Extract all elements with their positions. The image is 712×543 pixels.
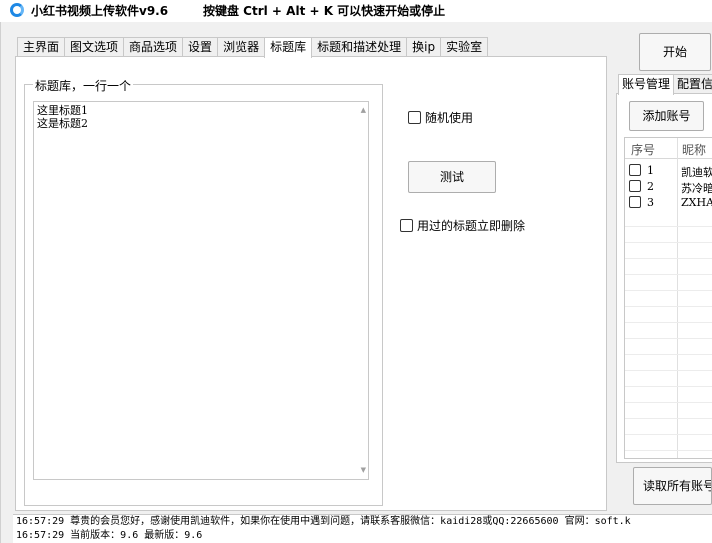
title-line: 这是标题2 <box>37 117 88 130</box>
row-gridline <box>625 370 712 371</box>
row-checkbox[interactable] <box>629 196 641 208</box>
row-gridline <box>625 354 712 355</box>
row-checkbox[interactable] <box>629 180 641 192</box>
delete-used-label: 用过的标题立即删除 <box>417 219 526 233</box>
column-header-index[interactable]: 序号 <box>631 141 655 158</box>
table-row[interactable]: 1 凯迪软 <box>625 163 712 179</box>
row-gridline <box>625 242 712 243</box>
window-border <box>0 22 1 543</box>
row-gridline <box>625 418 712 419</box>
scroll-up-arrow-icon[interactable]: ▲ <box>361 104 366 117</box>
account-table: 序号 昵称 1 凯迪软 2 苏冷暗 3 ZXHASI <box>624 137 712 459</box>
tab-account-management[interactable]: 账号管理 <box>618 74 675 95</box>
delete-used-checkbox[interactable] <box>400 219 413 232</box>
row-gridline <box>625 226 712 227</box>
table-row[interactable]: 3 ZXHASI <box>625 195 712 210</box>
tab-config[interactable]: 配置信 <box>673 74 712 94</box>
app-title: 小红书视频上传软件v9.6 <box>31 4 169 18</box>
test-button[interactable]: 测试 <box>408 161 496 193</box>
hotkey-hint: 按键盘 Ctrl + Alt + K 可以快速开始或停止 <box>203 4 446 18</box>
row-gridline <box>625 290 712 291</box>
title-line: 这里标题1 <box>37 104 88 117</box>
log-line: 16:57:29 当前版本：9.6 最新版：9.6 <box>16 530 203 541</box>
title-library-group: 标题库，一行一个 这里标题1 这是标题2 ▲ ▼ <box>24 77 383 506</box>
row-index: 1 <box>647 164 654 177</box>
scroll-down-arrow-icon[interactable]: ▼ <box>361 464 366 477</box>
log-output[interactable]: 16:57:29 尊贵的会员您好，感谢使用凯迪软件，如果你在使用中遇到问题，请联… <box>13 514 712 543</box>
table-row[interactable]: 2 苏冷暗 <box>625 179 712 195</box>
delete-used-checkbox-row[interactable]: 用过的标题立即删除 <box>400 217 525 234</box>
log-line: 16:57:29 尊贵的会员您好，感谢使用凯迪软件，如果你在使用中遇到问题，请联… <box>16 516 631 527</box>
row-index: 2 <box>647 180 654 193</box>
row-nickname: 凯迪软 <box>681 166 712 179</box>
tab-title-description[interactable]: 标题和描述处理 <box>311 37 408 57</box>
tab-main[interactable]: 主界面 <box>17 37 66 57</box>
main-tab-strip: 主界面 图文选项 商品选项 设置 浏览器 标题库 标题和描述处理 换ip 实验室 <box>17 37 489 58</box>
row-gridline <box>625 450 712 451</box>
row-gridline <box>625 322 712 323</box>
read-all-accounts-button[interactable]: 读取所有账号 <box>633 467 712 505</box>
start-button[interactable]: 开始 <box>639 33 711 71</box>
tab-change-ip[interactable]: 换ip <box>406 37 442 57</box>
random-use-checkbox[interactable] <box>408 111 421 124</box>
row-index: 3 <box>647 196 654 209</box>
tab-settings[interactable]: 设置 <box>182 37 219 57</box>
column-header-nickname[interactable]: 昵称 <box>682 141 706 158</box>
account-panel: 添加账号 序号 昵称 1 凯迪软 2 苏冷暗 3 ZXHASI <box>616 93 712 463</box>
tab-lab[interactable]: 实验室 <box>440 37 489 57</box>
title-bar: 小红书视频上传软件v9.6 按键盘 Ctrl + Alt + K 可以快速开始或… <box>0 0 712 22</box>
row-gridline <box>625 386 712 387</box>
row-gridline <box>625 434 712 435</box>
app-logo-icon <box>10 3 24 17</box>
row-nickname: ZXHASI <box>681 196 712 209</box>
account-table-header: 序号 昵称 <box>625 138 712 159</box>
tab-title-library[interactable]: 标题库 <box>264 37 313 58</box>
random-use-label: 随机使用 <box>425 111 474 125</box>
tab-image-text-options[interactable]: 图文选项 <box>64 37 125 57</box>
right-tab-strip: 账号管理 配置信 <box>618 74 712 95</box>
title-library-group-label: 标题库，一行一个 <box>33 77 134 94</box>
random-use-checkbox-row[interactable]: 随机使用 <box>408 109 473 126</box>
tab-product-options[interactable]: 商品选项 <box>123 37 184 57</box>
add-account-button[interactable]: 添加账号 <box>629 101 704 131</box>
row-gridline <box>625 258 712 259</box>
row-checkbox[interactable] <box>629 164 641 176</box>
tab-browser[interactable]: 浏览器 <box>217 37 266 57</box>
title-list-textarea[interactable]: 这里标题1 这是标题2 ▲ ▼ <box>33 101 369 480</box>
row-gridline <box>625 402 712 403</box>
row-gridline <box>625 306 712 307</box>
title-library-panel: 标题库，一行一个 这里标题1 这是标题2 ▲ ▼ 随机使用 测试 用过的标题立即… <box>15 56 607 511</box>
row-nickname: 苏冷暗 <box>681 182 712 195</box>
row-gridline <box>625 274 712 275</box>
row-gridline <box>625 338 712 339</box>
